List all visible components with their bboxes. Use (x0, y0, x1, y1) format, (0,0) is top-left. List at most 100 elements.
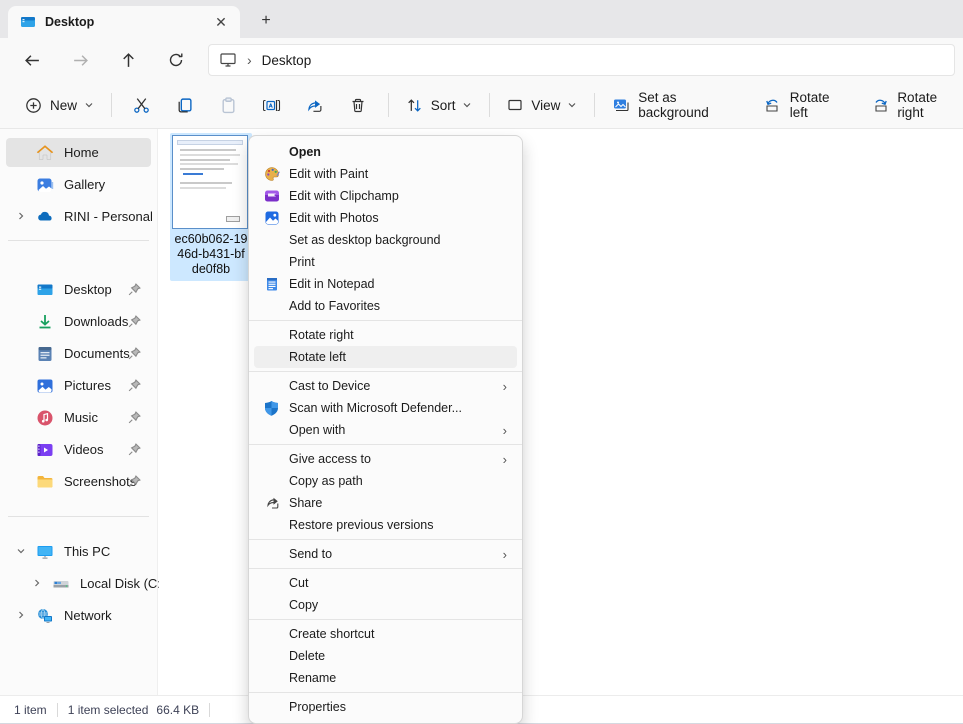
status-divider (209, 703, 210, 717)
sidebar-item-gallery[interactable]: Gallery (6, 170, 151, 199)
sidebar-item-documents[interactable]: Documents (6, 339, 151, 368)
chevron-down-icon[interactable] (14, 544, 28, 558)
image-background-icon (612, 97, 630, 114)
file-item-selected[interactable]: ec60b062-19 46d-b431-bf de0f8b (170, 133, 252, 281)
sidebar-item-label: Pictures (64, 378, 111, 393)
share-button[interactable] (300, 88, 329, 122)
tab-bar: Desktop ✕ + (0, 0, 963, 38)
pin-icon (128, 347, 141, 360)
sidebar-item-label: Downloads (64, 314, 128, 329)
menu-item-open[interactable]: Open (254, 141, 517, 163)
menu-item-copy-as-path[interactable]: Copy as path (254, 470, 517, 492)
sidebar-item-label: Videos (64, 442, 104, 457)
menu-item-edit-with-photos[interactable]: Edit with Photos (254, 207, 517, 229)
toolbar-separator (489, 93, 490, 117)
menu-separator (249, 371, 522, 372)
menu-item-rename[interactable]: Rename (254, 667, 517, 689)
chevron-right-icon[interactable] (14, 608, 28, 622)
chevron-right-icon[interactable] (14, 209, 28, 223)
set-as-background-button[interactable]: Set as background (603, 88, 741, 122)
menu-item-send-to[interactable]: Send to › (254, 543, 517, 565)
sidebar-item-label: Screenshots (64, 474, 136, 489)
clipchamp-icon (263, 188, 280, 205)
menu-item-edit-with-paint[interactable]: Edit with Paint (254, 163, 517, 185)
menu-separator (249, 320, 522, 321)
copy-button[interactable] (170, 88, 199, 122)
network-icon (36, 607, 54, 625)
chevron-right-icon[interactable] (30, 576, 44, 590)
pin-icon (128, 411, 141, 424)
set-as-background-label: Set as background (638, 90, 732, 120)
photos-icon (263, 210, 280, 227)
share-icon (263, 495, 280, 512)
menu-item-edit-with-clipchamp[interactable]: Edit with Clipchamp (254, 185, 517, 207)
sidebar-item-home[interactable]: Home (6, 138, 151, 167)
menu-item-delete[interactable]: Delete (254, 645, 517, 667)
sidebar-item-local-disk-c[interactable]: Local Disk (C:) (6, 569, 151, 598)
view-button[interactable]: View (498, 88, 586, 122)
new-button-label: New (50, 98, 77, 113)
paste-button[interactable] (214, 88, 243, 122)
sidebar-item-onedrive[interactable]: RINI - Personal (6, 202, 151, 231)
sidebar-divider (8, 516, 149, 517)
toolbar-separator (594, 93, 595, 117)
defender-icon (263, 400, 280, 417)
view-button-label: View (531, 98, 560, 113)
file-thumbnail (172, 135, 248, 229)
sidebar-item-label: Music (64, 410, 98, 425)
menu-item-cast-to-device[interactable]: Cast to Device › (254, 375, 517, 397)
menu-item-copy[interactable]: Copy (254, 594, 517, 616)
menu-item-cut[interactable]: Cut (254, 572, 517, 594)
music-icon (36, 409, 54, 427)
rename-button[interactable] (257, 88, 286, 122)
sidebar-item-this-pc[interactable]: This PC (6, 537, 151, 566)
sidebar-item-music[interactable]: Music (6, 403, 151, 432)
up-button[interactable] (112, 44, 144, 76)
sidebar-item-screenshots[interactable]: Screenshots (6, 467, 151, 496)
menu-item-restore-previous-versions[interactable]: Restore previous versions (254, 514, 517, 536)
menu-item-properties[interactable]: Properties (254, 696, 517, 718)
sidebar-item-network[interactable]: Network (6, 601, 151, 630)
sidebar-item-videos[interactable]: Videos (6, 435, 151, 464)
sidebar-item-downloads[interactable]: Downloads (6, 307, 151, 336)
menu-item-open-with[interactable]: Open with › (254, 419, 517, 441)
submenu-chevron-icon: › (503, 379, 507, 394)
cut-button[interactable] (127, 88, 156, 122)
tab-desktop[interactable]: Desktop ✕ (8, 6, 240, 38)
videos-icon (36, 441, 54, 459)
menu-item-create-shortcut[interactable]: Create shortcut (254, 623, 517, 645)
menu-item-share[interactable]: Share (254, 492, 517, 514)
file-name: ec60b062-19 46d-b431-bf de0f8b (172, 232, 250, 277)
menu-item-scan-with-defender[interactable]: Scan with Microsoft Defender... (254, 397, 517, 419)
menu-item-add-to-favorites[interactable]: Add to Favorites (254, 295, 517, 317)
tab-close-icon[interactable]: ✕ (210, 11, 232, 33)
menu-item-edit-in-notepad[interactable]: Edit in Notepad (254, 273, 517, 295)
menu-item-print[interactable]: Print (254, 251, 517, 273)
refresh-button[interactable] (160, 44, 192, 76)
menu-item-set-as-desktop-background[interactable]: Set as desktop background (254, 229, 517, 251)
menu-item-rotate-left[interactable]: Rotate left (254, 346, 517, 368)
address-bar[interactable]: › Desktop (208, 44, 955, 76)
rotate-right-button[interactable]: Rotate right (862, 88, 963, 122)
breadcrumb-location[interactable]: Desktop (262, 53, 312, 68)
chevron-down-icon (567, 100, 577, 110)
menu-separator (249, 444, 522, 445)
menu-item-rotate-right[interactable]: Rotate right (254, 324, 517, 346)
forward-button[interactable] (64, 44, 96, 76)
sidebar-item-desktop[interactable]: Desktop (6, 275, 151, 304)
rotate-left-button[interactable]: Rotate left (755, 88, 849, 122)
plus-circle-icon (25, 97, 42, 114)
sort-button[interactable]: Sort (397, 88, 482, 122)
new-tab-button[interactable]: + (252, 8, 280, 34)
back-button[interactable] (16, 44, 48, 76)
sidebar-item-pictures[interactable]: Pictures (6, 371, 151, 400)
sidebar-divider (8, 240, 149, 241)
navigation-pane: Home Gallery RINI - Personal Desktop Dow… (0, 129, 158, 695)
menu-item-give-access-to[interactable]: Give access to › (254, 448, 517, 470)
sidebar-item-label: Gallery (64, 177, 105, 192)
rotate-left-icon (764, 97, 782, 114)
chevron-down-icon (84, 100, 94, 110)
new-button[interactable]: New (16, 88, 103, 122)
delete-button[interactable] (344, 88, 373, 122)
menu-separator (249, 568, 522, 569)
